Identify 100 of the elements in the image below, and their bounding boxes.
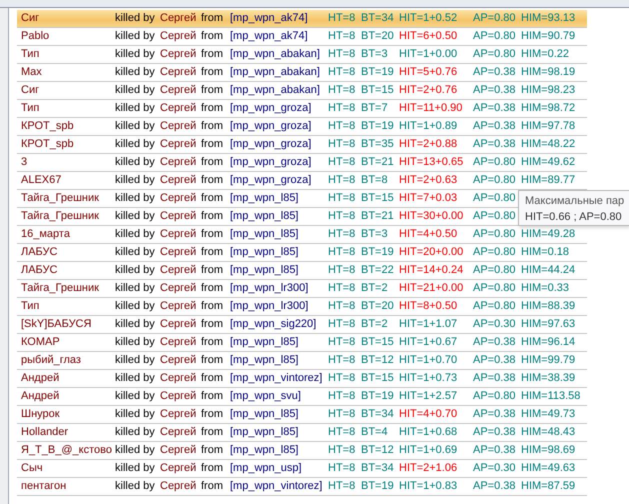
weapon-name: [mp_wpn_l85]	[230, 353, 298, 368]
log-row[interactable]: Я_Т_В_@_кстово killed by Сергей from [mp_wpn_l85] HT=8 BT=12 HIT=1+0.69 AP=0.38 HIM=98.69	[17, 442, 587, 460]
killer-name: Сергей	[160, 137, 196, 152]
hit-value: HIT=1+0.73	[399, 371, 458, 386]
log-row[interactable]: Тип killed by Сергей from [mp_wpn_groza] HT=8 BT=7 HIT=11+0.90 AP=0.38 HIM=98.72	[17, 100, 587, 118]
him-value: HIM=0.22	[521, 47, 569, 62]
killer-name: Сергей	[160, 245, 196, 260]
killed-by-text: killed by	[115, 461, 155, 476]
log-row[interactable]: Сиг killed by Сергей from [mp_wpn_abakan] HT=8 BT=15 HIT=2+0.76 AP=0.38 HIM=98.23	[17, 82, 587, 100]
hit-value: HIT=1+0.70	[399, 353, 458, 368]
from-text: from	[201, 209, 223, 224]
from-text: from	[201, 227, 223, 242]
ap-value: AP=0.38	[473, 83, 516, 98]
ap-value: AP=0.80	[473, 281, 516, 296]
weapon-name: [mp_wpn_ak74]	[230, 11, 308, 26]
log-row[interactable]: Сыч killed by Сергей from [mp_wpn_usp] HT=8 BT=34 HIT=2+1.06 AP=0.30 HIM=49.63	[17, 460, 587, 478]
from-text: from	[201, 263, 223, 278]
log-row[interactable]: Андрей killed by Сергей from [mp_wpn_vintorez] HT=8 BT=15 HIT=1+0.73 AP=0.38 HIM=38.39	[17, 370, 587, 388]
hit-value: HIT=4+0.50	[399, 227, 458, 242]
from-text: from	[201, 299, 223, 314]
ht-value: HT=8	[328, 227, 356, 242]
hit-value: HIT=2+0.76	[399, 83, 458, 98]
log-row[interactable]: Max killed by Сергей from [mp_wpn_abakan] HT=8 BT=19 HIT=5+0.76 AP=0.38 HIM=98.19	[17, 64, 587, 82]
ht-value: HT=8	[328, 65, 356, 80]
killer-name: Сергей	[160, 65, 196, 80]
him-value: HIM=44.24	[521, 263, 576, 278]
killed-by-text: killed by	[115, 479, 155, 494]
log-row[interactable]: Сиг killed by Сергей from [mp_wpn_ak74] HT=8 BT=34 HIT=1+0.52 AP=0.80 HIM=93.13	[17, 10, 587, 28]
log-row[interactable]: КРОТ_spb killed by Сергей from [mp_wpn_groza] HT=8 BT=19 HIT=1+0.89 AP=0.38 HIM=97.78	[17, 118, 587, 136]
weapon-name: [mp_wpn_groza]	[230, 119, 312, 134]
ap-value: AP=0.38	[473, 119, 516, 134]
weapon-name: [mp_wpn_l85]	[230, 335, 298, 350]
hit-value: HIT=2+0.88	[399, 137, 458, 152]
from-text: from	[201, 443, 223, 458]
weapon-name: [mp_wpn_groza]	[230, 137, 312, 152]
log-row[interactable]: Hollander killed by Сергей from [mp_wpn_l85] HT=8 BT=4 HIT=1+0.68 AP=0.38 HIM=48.43	[17, 424, 587, 442]
ht-value: HT=8	[328, 461, 356, 476]
him-value: HIM=48.22	[521, 137, 576, 152]
hit-value: HIT=7+0.03	[399, 191, 458, 206]
hit-value: HIT=11+0.90	[399, 101, 462, 116]
from-text: from	[201, 389, 223, 404]
weapon-name: [mp_wpn_groza]	[230, 155, 312, 170]
weapon-name: [mp_wpn_lr300]	[230, 281, 308, 296]
from-text: from	[201, 371, 223, 386]
killer-name: Сергей	[160, 11, 196, 26]
from-text: from	[201, 119, 223, 134]
log-row[interactable]: Шнурок killed by Сергей from [mp_wpn_l85] HT=8 BT=34 HIT=4+0.70 AP=0.38 HIM=49.73	[17, 406, 587, 424]
log-row[interactable]: рыбий_глаз killed by Сергей from [mp_wpn_l85] HT=8 BT=12 HIT=1+0.70 AP=0.38 HIM=99.79	[17, 352, 587, 370]
hit-value: HIT=1+0.69	[399, 443, 458, 458]
log-row[interactable]: ЛАБУС killed by Сергей from [mp_wpn_l85] HT=8 BT=19 HIT=20+0.00 AP=0.80 HIM=0.18	[17, 244, 587, 262]
log-row[interactable]: Тип killed by Сергей from [mp_wpn_lr300] HT=8 BT=20 HIT=8+0.50 AP=0.80 HIM=88.39	[17, 298, 587, 316]
log-row[interactable]: Тайга_Грешник killed by Сергей from [mp_wpn_lr300] HT=8 BT=2 HIT=21+0.00 AP=0.80 HIM=0.33	[17, 280, 587, 298]
weapon-name: [mp_wpn_l85]	[230, 191, 298, 206]
ht-value: HT=8	[328, 299, 356, 314]
killer-name: Сергей	[160, 299, 196, 314]
him-value: HIM=98.72	[521, 101, 576, 116]
ap-value: AP=0.80	[473, 299, 516, 314]
ht-value: HT=8	[328, 371, 356, 386]
him-value: HIM=97.78	[521, 119, 576, 134]
ap-value: AP=0.38	[473, 443, 516, 458]
killed-by-text: killed by	[115, 281, 155, 296]
log-row[interactable]: КОМАР killed by Сергей from [mp_wpn_l85] HT=8 BT=15 HIT=1+0.67 AP=0.38 HIM=96.14	[17, 334, 587, 352]
victim-name: Тайга_Грешник	[21, 209, 99, 224]
log-row[interactable]: Андрей killed by Сергей from [mp_wpn_svu] HT=8 BT=19 HIT=1+2.57 AP=0.80 HIM=113.58	[17, 388, 587, 406]
hit-value: HIT=1+0.68	[399, 425, 458, 440]
killed-by-text: killed by	[115, 407, 155, 422]
victim-name: рыбий_глаз	[21, 353, 81, 368]
killed-by-text: killed by	[115, 11, 155, 26]
victim-name: КОМАР	[21, 335, 60, 350]
victim-name: пентагон	[21, 479, 66, 494]
bt-value: BT=21	[361, 209, 394, 224]
from-text: from	[201, 65, 223, 80]
log-row[interactable]: Pablo killed by Сергей from [mp_wpn_ak74] HT=8 BT=20 HIT=6+0.50 AP=0.80 HIM=90.79	[17, 28, 587, 46]
killed-by-text: killed by	[115, 209, 155, 224]
killed-by-text: killed by	[115, 119, 155, 134]
ht-value: HT=8	[328, 245, 356, 260]
killer-name: Сергей	[160, 119, 196, 134]
ap-value: AP=0.38	[473, 479, 516, 494]
ap-value: AP=0.80	[473, 29, 516, 44]
log-row[interactable]: ЛАБУС killed by Сергей from [mp_wpn_l85] HT=8 BT=22 HIT=14+0.24 AP=0.80 HIM=44.24	[17, 262, 587, 280]
log-row[interactable]: Тип killed by Сергей from [mp_wpn_abakan] HT=8 BT=3 HIT=1+0.00 AP=0.80 HIM=0.22	[17, 46, 587, 64]
killed-by-text: killed by	[115, 443, 155, 458]
ap-value: AP=0.80	[473, 155, 516, 170]
log-row[interactable]: КРОТ_spb killed by Сергей from [mp_wpn_groza] HT=8 BT=35 HIT=2+0.88 AP=0.38 HIM=48.22	[17, 136, 587, 154]
log-row[interactable]: [SkY]БАБУСЯ killed by Сергей from [mp_wpn_sig220] HT=8 BT=2 HIT=1+1.07 AP=0.30 HIM=97.63	[17, 316, 587, 334]
from-text: from	[201, 407, 223, 422]
killer-name: Сергей	[160, 335, 196, 350]
bt-value: BT=15	[361, 371, 394, 386]
him-value: HIM=88.39	[521, 299, 576, 314]
him-value: HIM=0.18	[521, 245, 569, 260]
him-value: HIM=97.63	[521, 317, 576, 332]
victim-name: ЛАБУС	[21, 245, 58, 260]
him-value: HIM=49.62	[521, 155, 576, 170]
killed-by-text: killed by	[115, 191, 155, 206]
log-row[interactable]: пентагон killed by Сергей from [mp_wpn_vintorez] HT=8 BT=19 HIT=1+0.83 AP=0.38 HIM=87.59	[17, 478, 587, 496]
log-row[interactable]: 3 killed by Сергей from [mp_wpn_groza] HT=8 BT=21 HIT=13+0.65 AP=0.80 HIM=49.62	[17, 154, 587, 172]
him-value: HIM=96.14	[521, 335, 576, 350]
bt-value: BT=20	[361, 299, 394, 314]
victim-name: 3	[21, 155, 28, 170]
ap-value: AP=0.80	[473, 47, 516, 62]
